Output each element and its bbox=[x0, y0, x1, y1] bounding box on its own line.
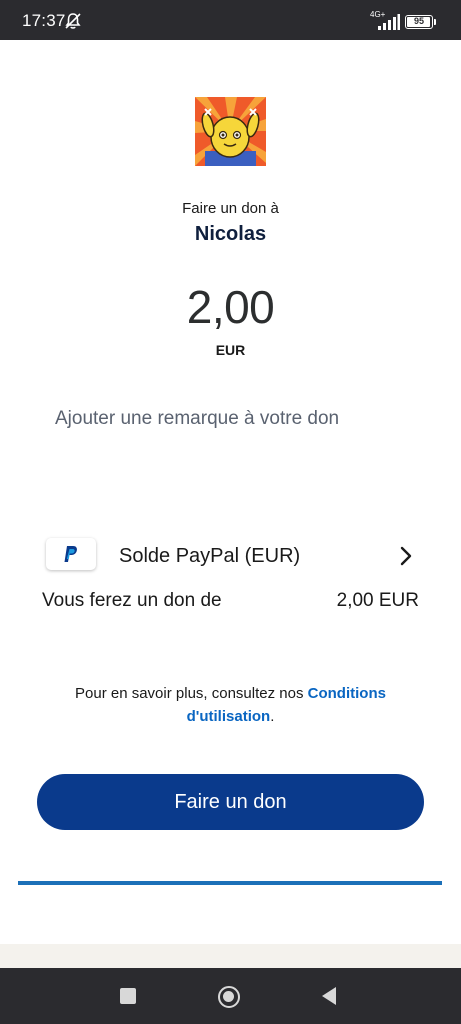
signal-icon bbox=[378, 14, 400, 30]
donation-note-input[interactable] bbox=[55, 404, 415, 434]
battery-indicator: 95 bbox=[405, 15, 433, 29]
system-nav-bar bbox=[0, 968, 461, 1024]
donation-summary-label: Vous ferez un don de bbox=[42, 590, 222, 611]
donate-button[interactable]: Faire un don bbox=[37, 774, 424, 830]
recipient-name: Nicolas bbox=[194, 223, 267, 245]
currency-code: EUR bbox=[215, 342, 246, 358]
triangle-back-icon[interactable] bbox=[320, 986, 338, 1006]
terms-suffix: . bbox=[270, 708, 275, 725]
recipient-avatar bbox=[195, 97, 266, 166]
funding-source-selector[interactable]: Solde PayPal (EUR) bbox=[42, 535, 427, 579]
bottom-strip bbox=[0, 944, 461, 968]
status-time: 17:37 bbox=[22, 11, 66, 30]
progress-bar bbox=[18, 881, 442, 885]
funding-source-label: Solde PayPal (EUR) bbox=[119, 545, 301, 567]
battery-level: 95 bbox=[413, 16, 424, 26]
terms-text: Pour en savoir plus, consultez nos bbox=[75, 685, 308, 702]
notifications-off-icon bbox=[65, 13, 81, 29]
paypal-icon bbox=[64, 546, 77, 562]
progress-fill bbox=[18, 881, 442, 885]
circle-icon[interactable] bbox=[218, 986, 240, 1008]
status-bar: 17:37 4G+ 95 bbox=[0, 0, 461, 40]
chevron-right-icon[interactable] bbox=[399, 545, 413, 567]
avatar-illustration bbox=[195, 97, 266, 166]
square-icon[interactable] bbox=[120, 988, 136, 1004]
terms-notice: Pour en savoir plus, consultez nos Condi… bbox=[40, 682, 421, 728]
donate-to-label: Faire un don à bbox=[182, 200, 279, 217]
donation-amount[interactable]: 2,00 bbox=[0, 280, 461, 334]
paypal-card bbox=[46, 538, 96, 570]
donation-summary-value: 2,00 EUR bbox=[336, 590, 419, 611]
battery-cap bbox=[434, 19, 436, 25]
